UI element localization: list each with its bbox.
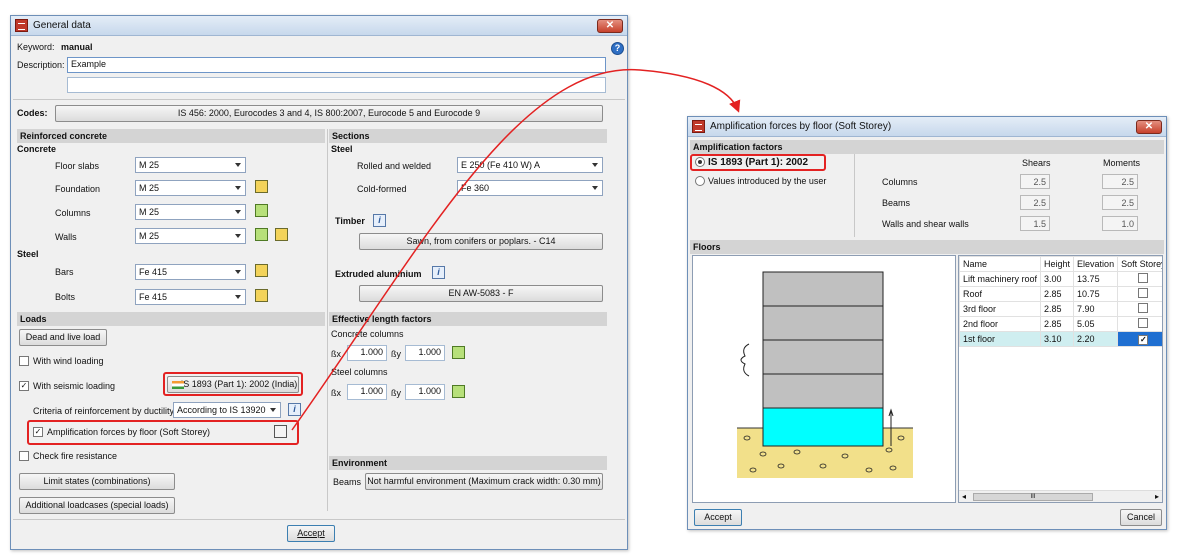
walls-moments-value: 1.0 [1102,216,1138,231]
amp-cancel-button[interactable]: Cancel [1120,509,1162,526]
scroll-thumb[interactable]: III [973,493,1093,501]
floor-name: Lift machinery roof [959,271,1042,287]
is1893-radio[interactable] [695,157,705,167]
columns-moments-value: 2.5 [1102,174,1138,189]
floor-elevation: 2.20 [1073,331,1119,347]
floor-elevation: 5.05 [1073,316,1119,332]
floor-name: 1st floor [959,331,1042,347]
storey-roof [762,305,884,341]
storey-2nd [762,373,884,409]
soft-storey-checkbox[interactable] [1138,288,1149,298]
amplification-factors-header: Amplification factors [690,140,1164,154]
floor-elevation: 7.90 [1073,301,1119,317]
amp-row-columns-label: Columns [882,177,918,187]
soft-storey-checkbox[interactable] [1138,303,1149,313]
column-header-elevation[interactable]: Elevation [1073,256,1119,272]
soft-storey-checkbox[interactable] [1138,318,1149,328]
storey-lift-machinery [762,271,884,307]
storey-1st-soft [762,407,884,447]
soft-storey-cell [1117,301,1162,317]
scroll-right-icon[interactable]: ▸ [1155,492,1159,501]
floor-name: 2nd floor [959,316,1042,332]
table-header-row: Name Height Elevation Soft Storey [959,256,1162,272]
table-row[interactable]: 3rd floor 2.85 7.90 [959,301,1162,317]
floor-height: 2.85 [1040,316,1075,332]
user-values-label: Values introduced by the user [708,176,827,186]
soft-storey-checkbox[interactable] [1138,273,1149,283]
column-header-height[interactable]: Height [1040,256,1075,272]
app-icon [692,120,705,133]
floor-name: Roof [959,286,1042,302]
close-button[interactable]: ✕ [1136,120,1162,134]
columns-shears-value: 2.5 [1020,174,1050,189]
brace-symbol [740,343,750,377]
table-row[interactable]: 2nd floor 2.85 5.05 [959,316,1162,332]
floors-table: Name Height Elevation Soft Storey Lift m… [959,256,1162,347]
soft-storey-cell [1117,271,1162,287]
column-header-soft-storey[interactable]: Soft Storey [1117,256,1162,272]
connector-arrow [291,69,741,431]
storey-3rd [762,339,884,375]
amp-row-beams-label: Beams [882,198,911,208]
floors-table-panel: Name Height Elevation Soft Storey Lift m… [958,255,1163,503]
user-values-radio[interactable] [695,176,705,186]
beams-shears-value: 2.5 [1020,195,1050,210]
building-diagram [737,271,913,478]
amplification-window: Amplification forces by floor (Soft Stor… [687,116,1167,530]
amp-row-walls-label: Walls and shear walls [882,219,969,229]
floor-elevation: 10.75 [1073,286,1119,302]
soft-storey-cell [1117,286,1162,302]
moments-header: Moments [1103,158,1141,168]
table-row[interactable]: Roof 2.85 10.75 [959,286,1162,302]
horizontal-scrollbar[interactable]: ◂ III ▸ [959,490,1162,502]
floor-name: 3rd floor [959,301,1042,317]
floor-height: 2.85 [1040,286,1075,302]
soft-storey-checkbox[interactable]: ✓ [1138,334,1149,345]
column-header-name[interactable]: Name [959,256,1042,272]
amplification-title: Amplification forces by floor (Soft Stor… [710,121,892,132]
floor-height: 2.85 [1040,301,1075,317]
soft-storey-cell: ✓ [1117,331,1162,347]
walls-shears-value: 1.5 [1020,216,1050,231]
is1893-label: IS 1893 (Part 1): 2002 [708,157,809,168]
soft-storey-cell [1117,316,1162,332]
floor-elevation: 13.75 [1073,271,1119,287]
amplification-titlebar: Amplification forces by floor (Soft Stor… [688,117,1166,137]
divider [854,154,855,237]
table-row[interactable]: 1st floor 3.10 2.20 ✓ [959,331,1162,347]
floor-height: 3.00 [1040,271,1075,287]
floors-header: Floors [690,240,1164,254]
floor-height: 3.10 [1040,331,1075,347]
building-diagram-panel [692,255,956,503]
beams-moments-value: 2.5 [1102,195,1138,210]
shears-header: Shears [1022,158,1051,168]
table-row[interactable]: Lift machinery roof 3.00 13.75 [959,271,1162,287]
scroll-left-icon[interactable]: ◂ [962,492,966,501]
amp-accept-button[interactable]: Accept [694,509,742,526]
